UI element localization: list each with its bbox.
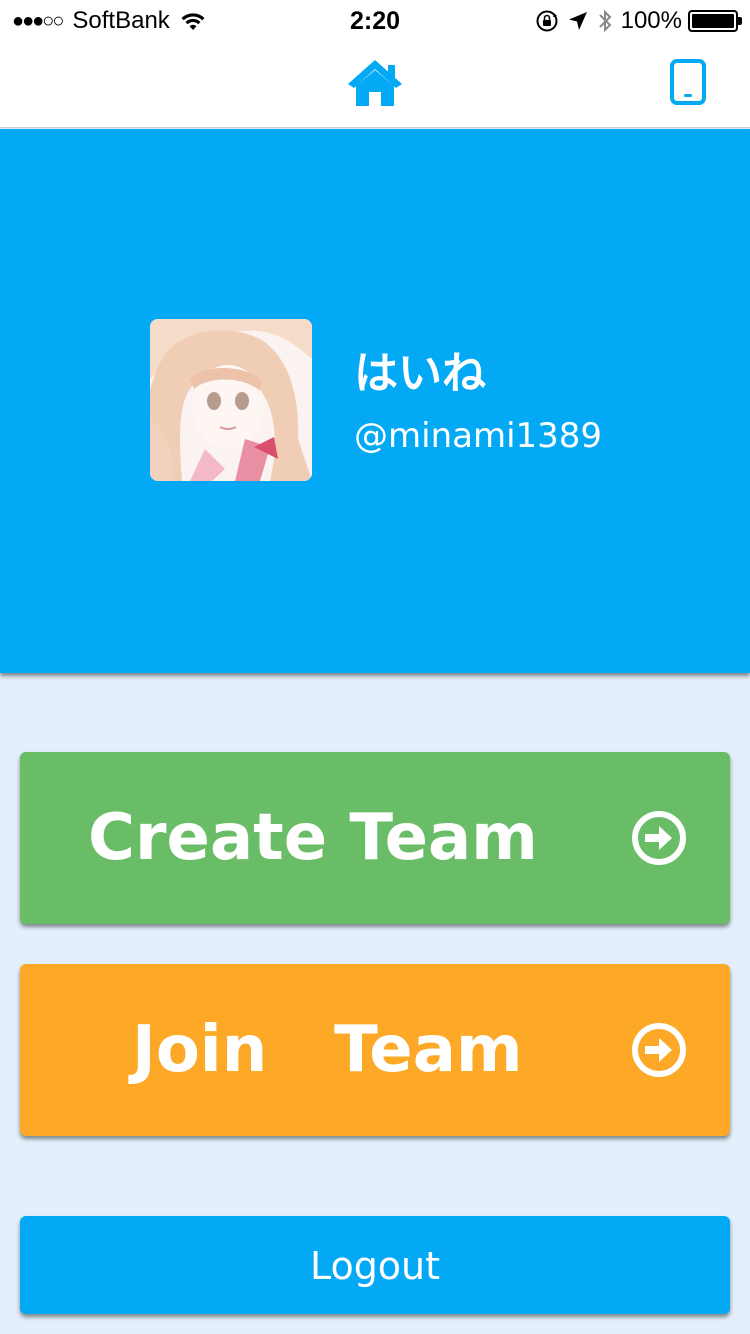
home-icon[interactable]	[345, 56, 405, 110]
arrow-circle-right-icon	[632, 1023, 686, 1077]
create-team-button[interactable]: Create Team	[20, 752, 730, 924]
status-bar: ●●●○○ SoftBank 2:20 100%	[0, 0, 750, 40]
join-team-button[interactable]: Join Team	[20, 964, 730, 1136]
nav-bar	[0, 40, 750, 128]
display-name: はいね	[354, 348, 486, 399]
avatar-illustration	[150, 319, 312, 481]
logout-button[interactable]: Logout	[20, 1216, 730, 1314]
battery-icon	[688, 10, 742, 32]
status-right: 100%	[535, 7, 742, 35]
bluetooth-icon	[598, 9, 612, 33]
battery-percent: 100%	[620, 7, 682, 34]
rotation-lock-icon	[536, 10, 558, 32]
profile-header: はいね @minami1389	[0, 129, 750, 673]
arrow-circle-right-icon	[632, 811, 686, 865]
location-arrow-icon	[568, 12, 587, 30]
tablet-icon[interactable]	[668, 58, 708, 106]
join-team-label: Join Team	[132, 1013, 523, 1087]
create-team-label: Create Team	[88, 801, 538, 875]
avatar	[150, 319, 312, 481]
username: @minami1389	[354, 416, 603, 456]
logout-label: Logout	[309, 1244, 441, 1288]
